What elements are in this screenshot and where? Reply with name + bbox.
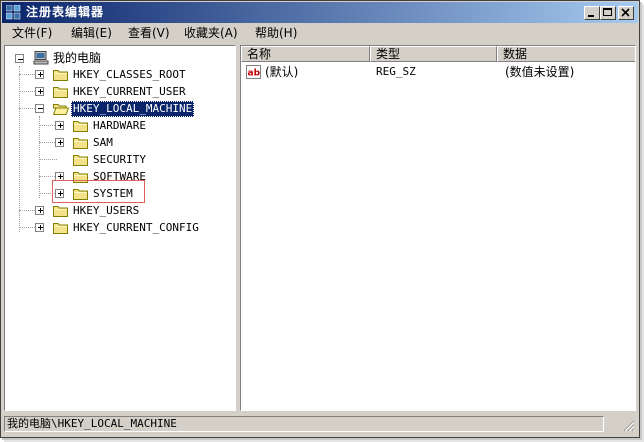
folder-icon [73, 155, 88, 166]
registry-editor-icon [6, 5, 21, 20]
status-bar: 我的电脑\HKEY_LOCAL_MACHINE [2, 414, 638, 434]
expand-toggle[interactable] [35, 87, 44, 96]
resize-grip-icon[interactable] [623, 420, 635, 432]
column-header-data[interactable]: 数据 [497, 46, 635, 62]
tree-node-hkey-local-machine[interactable]: HKEY_LOCAL_MACHINE [5, 101, 235, 117]
tree-node-sam[interactable]: SAM [5, 135, 235, 151]
folder-icon [53, 70, 68, 81]
minimize-icon [588, 15, 594, 17]
tree-node-software[interactable]: SOFTWARE [5, 169, 235, 185]
computer-icon [33, 51, 49, 65]
expand-toggle[interactable] [55, 121, 64, 130]
menu-view[interactable]: 查看(V) [127, 26, 171, 41]
folder-icon [53, 87, 68, 98]
plus-icon [38, 208, 43, 213]
list-item[interactable]: ab (默认) REG_SZ (数值未设置) [241, 64, 635, 80]
tree-label: 我的电脑 [53, 51, 102, 65]
maximize-button[interactable] [600, 6, 616, 20]
menu-help[interactable]: 帮助(H) [254, 26, 298, 41]
column-header-type[interactable]: 类型 [370, 46, 497, 62]
value-type: REG_SZ [376, 65, 416, 78]
plus-icon [58, 191, 63, 196]
tree-label: HKEY_USERS [73, 204, 140, 217]
expand-toggle[interactable] [35, 70, 44, 79]
tree-node-my-computer[interactable]: 我的电脑 [5, 50, 235, 66]
close-button[interactable] [618, 6, 634, 20]
tree-label: HKEY_CURRENT_CONFIG [73, 221, 199, 234]
value-data: (数值未设置) [505, 65, 575, 79]
expand-toggle[interactable] [55, 172, 64, 181]
tree-node-system[interactable]: SYSTEM [5, 186, 235, 202]
menu-favorites[interactable]: 收藏夹(A) [183, 26, 239, 41]
folder-icon [53, 223, 68, 234]
collapse-toggle[interactable] [35, 104, 44, 113]
minimize-button[interactable] [584, 6, 600, 20]
registry-editor-window: 注册表编辑器 文件(F) 编辑(E) 查看(V) 收藏夹(A) 帮助(H) 我的… [0, 0, 640, 438]
maximize-icon [603, 8, 612, 16]
title-bar[interactable]: 注册表编辑器 [2, 2, 638, 23]
tree-label: SAM [93, 136, 113, 149]
tree-node-hkey-current-config[interactable]: HKEY_CURRENT_CONFIG [5, 220, 235, 236]
status-path: 我的电脑\HKEY_LOCAL_MACHINE [4, 416, 604, 432]
plus-icon [58, 123, 63, 128]
plus-icon [38, 225, 43, 230]
expand-toggle[interactable] [55, 189, 64, 198]
tree-node-hkey-users[interactable]: HKEY_USERS [5, 203, 235, 219]
menu-edit[interactable]: 编辑(E) [70, 26, 113, 41]
close-icon [621, 8, 630, 17]
tree-label: HARDWARE [93, 119, 146, 132]
tree-label: HKEY_LOCAL_MACHINE [71, 101, 195, 117]
menu-file[interactable]: 文件(F) [11, 26, 53, 41]
tree-node-hkey-current-user[interactable]: HKEY_CURRENT_USER [5, 84, 235, 100]
values-list[interactable]: 名称 类型 数据 ab (默认) REG_SZ (数值未设置) [240, 45, 636, 411]
plus-icon [58, 140, 63, 145]
menu-bar: 文件(F) 编辑(E) 查看(V) 收藏夹(A) 帮助(H) [2, 24, 638, 43]
tree-label: SOFTWARE [93, 170, 146, 183]
value-name: (默认) [265, 65, 299, 79]
registry-tree[interactable]: 我的电脑 HKEY_CLASSES_ROOT HKEY_CURRENT_USER [4, 45, 236, 411]
folder-icon [73, 121, 88, 132]
expand-toggle[interactable] [55, 138, 64, 147]
tree-node-hardware[interactable]: HARDWARE [5, 118, 235, 134]
tree-label: SECURITY [93, 153, 146, 166]
plus-icon [58, 174, 63, 179]
svg-text:ab: ab [248, 69, 261, 79]
window-title: 注册表编辑器 [26, 5, 105, 19]
plus-icon [38, 72, 43, 77]
collapse-toggle[interactable] [15, 54, 24, 63]
tree-node-security[interactable]: SECURITY [5, 152, 235, 168]
expand-toggle[interactable] [35, 223, 44, 232]
expand-toggle[interactable] [35, 206, 44, 215]
folder-icon [73, 189, 88, 200]
folder-icon [53, 206, 68, 217]
column-header-name[interactable]: 名称 [241, 46, 370, 62]
tree-label: HKEY_CLASSES_ROOT [73, 68, 186, 81]
tree-label: HKEY_CURRENT_USER [73, 85, 186, 98]
list-header: 名称 类型 数据 [241, 46, 635, 62]
open-folder-icon [53, 104, 69, 115]
folder-icon [73, 138, 88, 149]
tree-label: SYSTEM [93, 187, 133, 200]
minus-icon [38, 108, 43, 109]
plus-icon [38, 89, 43, 94]
minus-icon [18, 59, 23, 60]
tree-node-hkey-classes-root[interactable]: HKEY_CLASSES_ROOT [5, 67, 235, 83]
folder-icon [73, 172, 88, 183]
string-value-icon: ab [246, 65, 261, 79]
